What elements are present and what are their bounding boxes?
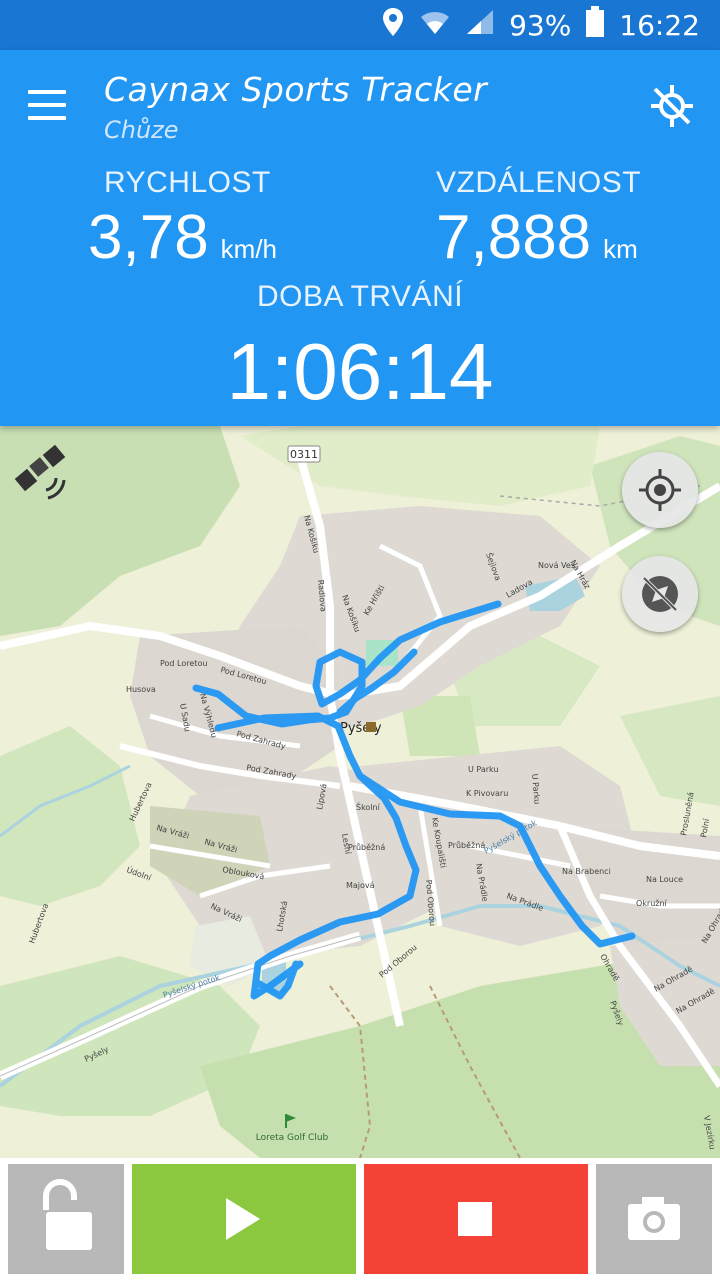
street-label: Na Louce xyxy=(646,875,683,884)
play-button[interactable] xyxy=(132,1164,356,1274)
gps-off-button[interactable] xyxy=(648,82,696,130)
location-icon xyxy=(381,7,405,44)
battery-percent: 93% xyxy=(509,8,572,42)
unlock-icon xyxy=(43,1179,92,1250)
app-bar: Caynax Sports Tracker Chůze RYCHLOST 3,7… xyxy=(0,50,720,426)
street-label: U Parku xyxy=(468,765,499,774)
stop-button[interactable] xyxy=(364,1164,588,1274)
clock: 16:22 xyxy=(619,8,700,42)
distance-label: VZDÁLENOST xyxy=(436,166,642,199)
town-label: Pyšely xyxy=(340,721,382,736)
speed-value: 3,78 xyxy=(88,203,209,272)
street-label: Pod Loretou xyxy=(160,659,207,668)
street-label: Majová xyxy=(346,881,375,890)
app-title: Caynax Sports Tracker xyxy=(104,70,488,109)
map-canvas[interactable]: 0311 Na Košiku Ke Hřišti Na Košíku Šejlo… xyxy=(0,426,720,1158)
activity-type[interactable]: Chůze xyxy=(104,116,179,144)
map-view[interactable]: 0311 Na Košiku Ke Hřišti Na Košíku Šejlo… xyxy=(0,426,720,1158)
lock-button[interactable] xyxy=(8,1164,124,1274)
street-label: Školní xyxy=(356,801,381,812)
my-location-icon xyxy=(639,469,681,511)
stop-icon xyxy=(458,1202,492,1236)
hamburger-line xyxy=(28,103,66,107)
duration-value: 1:06:14 xyxy=(226,327,494,416)
battery-icon xyxy=(585,5,605,45)
wifi-icon xyxy=(419,8,451,43)
compass-off-button[interactable] xyxy=(622,556,698,632)
control-bar xyxy=(0,1158,720,1280)
speed-readout: 3,78 km/h xyxy=(88,202,277,273)
road-number-badge: 0311 xyxy=(287,445,321,463)
my-location-button[interactable] xyxy=(622,452,698,528)
street-label: Průběžná xyxy=(448,840,485,850)
street-label: K Pivovaru xyxy=(466,789,508,798)
menu-button[interactable] xyxy=(28,90,68,122)
distance-value: 7,888 xyxy=(436,203,592,272)
compass-off-icon xyxy=(642,576,678,612)
hamburger-icon xyxy=(28,90,66,94)
distance-readout: 7,888 km xyxy=(436,202,638,273)
signal-icon xyxy=(465,8,495,43)
status-icons: 93% 16:22 xyxy=(381,5,700,45)
camera-icon xyxy=(628,1197,680,1240)
status-bar: 93% 16:22 xyxy=(0,0,720,50)
poi-label: Loreta Golf Club xyxy=(256,1133,329,1143)
street-label: Husova xyxy=(126,685,156,694)
distance-unit: km xyxy=(603,234,638,264)
castle-icon xyxy=(366,722,376,732)
camera-button[interactable] xyxy=(596,1164,712,1274)
street-label: Průběžná xyxy=(348,842,385,852)
street-label: Okružní xyxy=(636,899,668,908)
gps-off-icon xyxy=(651,85,693,127)
road-number: 0311 xyxy=(290,448,318,461)
duration-label: DOBA TRVÁNÍ xyxy=(256,280,464,313)
street-label: Na Brabenci xyxy=(562,867,611,876)
play-icon xyxy=(226,1198,260,1240)
speed-unit: km/h xyxy=(220,234,278,264)
speed-label: RYCHLOST xyxy=(104,166,271,199)
hamburger-line xyxy=(28,116,66,120)
